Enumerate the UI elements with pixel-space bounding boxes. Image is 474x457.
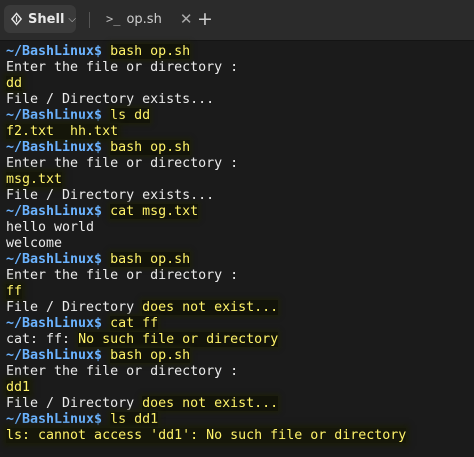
tab-op-sh[interactable]: >_ op.sh ✕: [106, 5, 192, 33]
highlighted-output-text: No such file or directory: [78, 332, 279, 347]
terminal-line: cat: ff: No such file or directory: [6, 332, 468, 348]
chevron-down-icon[interactable]: ⌵: [68, 14, 76, 25]
prompt-text: ~/BashLinux$: [6, 108, 103, 123]
terminal-output[interactable]: ~/BashLinux$ bash op.sh Enter the file or…: [6, 44, 468, 444]
prompt-text: ~/BashLinux$: [6, 348, 103, 363]
command-text: ls dd1: [110, 412, 159, 427]
terminal-line: hello world: [6, 220, 468, 236]
terminal-line: File / Directory does not exist...: [6, 396, 468, 412]
highlighted-output-text: does not exist...: [142, 300, 279, 315]
terminal-line: File / Directory exists...: [6, 188, 468, 204]
terminal-line: ls: cannot access 'dd1': No such file or…: [6, 428, 468, 444]
terminal-line: Enter the file or directory :: [6, 156, 468, 172]
terminal-line: File / Directory does not exist...: [6, 300, 468, 316]
terminal-line: ~/BashLinux$ bash op.sh: [6, 348, 468, 364]
output-text: File / Directory exists...: [6, 188, 215, 203]
output-text: cat: ff:: [6, 332, 79, 347]
tab-bar: Shell ⌵ >_ op.sh ✕ +: [0, 0, 474, 41]
prompt-text: ~/BashLinux$: [6, 316, 103, 331]
output-text: Enter the file or directory :: [6, 156, 239, 171]
terminal-line: ~/BashLinux$ bash op.sh: [6, 252, 468, 268]
command-text: cat ff: [110, 316, 159, 331]
prompt-text: ~/BashLinux$: [6, 412, 103, 427]
output-text: welcome: [6, 236, 63, 251]
tab-op-sh-label: op.sh: [126, 11, 162, 27]
terminal-window: Shell ⌵ >_ op.sh ✕ + ~/BashLinux$ bash o…: [0, 0, 474, 457]
user-input-text: msg.txt: [6, 172, 63, 187]
user-input-text: ff: [6, 284, 23, 299]
terminal-line: Enter the file or directory :: [6, 364, 468, 380]
terminal-line: ~/BashLinux$ cat ff: [6, 316, 468, 332]
output-text: File / Directory: [6, 300, 143, 315]
prompt-text: ~/BashLinux$: [6, 252, 103, 267]
terminal-line: ~/BashLinux$ ls dd: [6, 108, 468, 124]
command-text: bash op.sh: [110, 44, 191, 59]
output-text: File / Directory: [6, 396, 143, 411]
close-icon[interactable]: ✕: [180, 10, 193, 28]
terminal-prompt-icon: >_: [106, 12, 121, 26]
highlighted-output-text: does not exist...: [142, 396, 279, 411]
command-text: cat msg.txt: [110, 204, 199, 219]
terminal-line: dd: [6, 76, 468, 92]
terminal-line: welcome: [6, 236, 468, 252]
terminal-line: f2.txt hh.txt: [6, 124, 468, 140]
user-input-text: dd1: [6, 380, 31, 395]
terminal-line: ~/BashLinux$ cat msg.txt: [6, 204, 468, 220]
terminal-line: ~/BashLinux$ bash op.sh: [6, 44, 468, 60]
new-tab-button[interactable]: +: [197, 8, 213, 30]
terminal-line: msg.txt: [6, 172, 468, 188]
tab-divider: [89, 12, 90, 28]
tab-shell-label: Shell: [28, 11, 65, 27]
command-output-text: ls: cannot access 'dd1': No such file or…: [6, 428, 407, 443]
command-text: ls dd: [110, 108, 151, 123]
tab-shell[interactable]: Shell ⌵: [4, 5, 76, 33]
user-input-text: dd: [6, 76, 23, 91]
command-text: bash op.sh: [110, 348, 191, 363]
shell-icon: [10, 12, 23, 26]
command-output-text: f2.txt hh.txt: [6, 124, 119, 139]
terminal-line: ff: [6, 284, 468, 300]
terminal-line: ~/BashLinux$ bash op.sh: [6, 140, 468, 156]
output-text: Enter the file or directory :: [6, 364, 239, 379]
terminal-line: Enter the file or directory :: [6, 268, 468, 284]
terminal-line: ~/BashLinux$ ls dd1: [6, 412, 468, 428]
output-text: File / Directory exists...: [6, 92, 215, 107]
terminal-line: File / Directory exists...: [6, 92, 468, 108]
command-text: bash op.sh: [110, 252, 191, 267]
output-text: Enter the file or directory :: [6, 60, 239, 75]
prompt-text: ~/BashLinux$: [6, 44, 103, 59]
prompt-text: ~/BashLinux$: [6, 140, 103, 155]
command-text: bash op.sh: [110, 140, 191, 155]
output-text: hello world: [6, 220, 95, 235]
output-text: Enter the file or directory :: [6, 268, 239, 283]
prompt-text: ~/BashLinux$: [6, 204, 103, 219]
terminal-line: Enter the file or directory :: [6, 60, 468, 76]
terminal-line: dd1: [6, 380, 468, 396]
